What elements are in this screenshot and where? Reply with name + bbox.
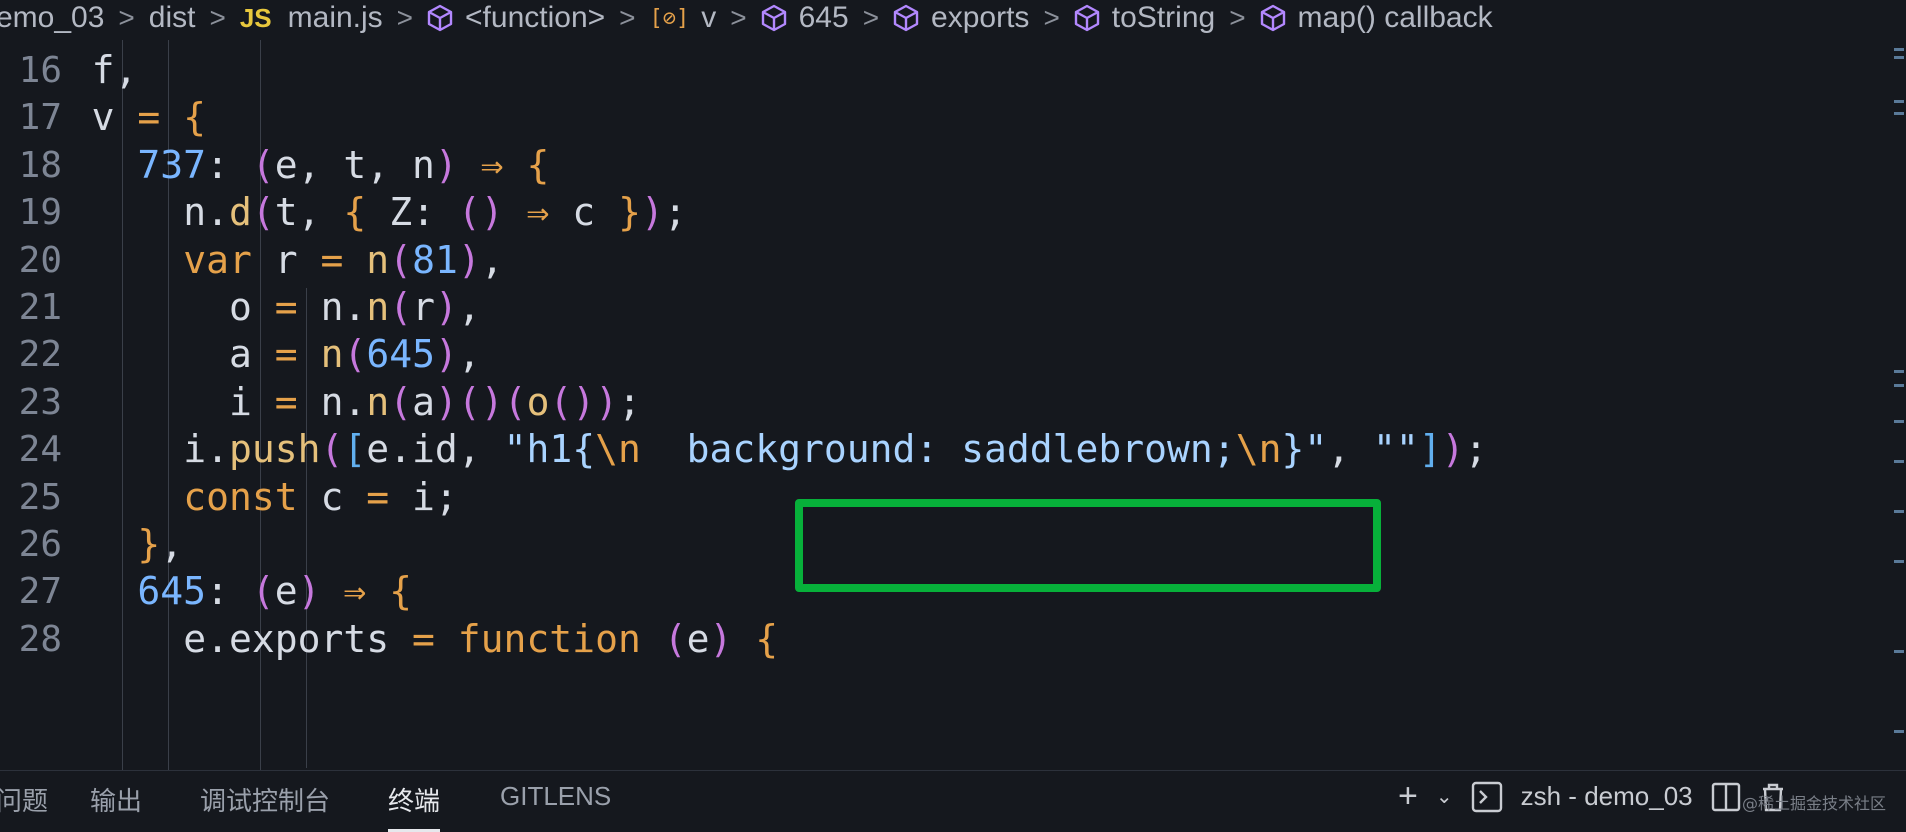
cube-symbol-icon <box>893 4 919 32</box>
minimap-mark <box>1894 100 1904 103</box>
terminal-controls: + ⌄ zsh - demo_03 <box>1398 777 1787 816</box>
breadcrumb-label: main.js <box>287 1 383 34</box>
terminal-name[interactable]: zsh - demo_03 <box>1521 781 1693 812</box>
tab-debug-console[interactable]: 调试控制台 <box>200 781 330 818</box>
minimap-mark <box>1894 510 1904 513</box>
watermark: @稀土掘金技术社区 <box>1742 794 1887 813</box>
minimap-mark <box>1894 48 1904 51</box>
split-terminal-icon[interactable] <box>1711 782 1741 812</box>
breadcrumb-label: toString <box>1111 1 1216 34</box>
variable-symbol-icon: [⊘] <box>649 5 690 31</box>
cube-symbol-icon <box>1260 4 1286 32</box>
breadcrumb: emo_03 > dist > JS main.js > <function> >… <box>0 0 1906 36</box>
line-number: 28 <box>18 618 62 660</box>
chevron-right-icon: > <box>209 2 226 33</box>
breadcrumb-symbol-function[interactable]: <function> <box>427 1 605 35</box>
chevron-right-icon: > <box>1229 2 1246 33</box>
chevron-right-icon: > <box>118 2 135 33</box>
minimap-mark <box>1894 560 1904 563</box>
minimap[interactable] <box>1892 40 1906 770</box>
breadcrumb-label: dist <box>148 1 196 34</box>
cube-symbol-icon <box>427 4 453 32</box>
minimap-mark <box>1894 56 1904 59</box>
breadcrumb-label: emo_03 <box>0 1 105 34</box>
breadcrumb-folder-root[interactable]: emo_03 <box>0 1 104 35</box>
highlight-box <box>795 499 1381 592</box>
chevron-right-icon: > <box>619 2 636 33</box>
chevron-right-icon: > <box>396 2 414 33</box>
breadcrumb-symbol-tostring[interactable]: toString <box>1074 1 1215 35</box>
chevron-right-icon: > <box>730 2 747 33</box>
minimap-mark <box>1894 112 1904 115</box>
terminal-icon <box>1471 781 1503 813</box>
minimap-mark <box>1894 384 1904 387</box>
breadcrumb-symbol-map-callback[interactable]: map() callback <box>1260 1 1493 35</box>
breadcrumb-symbol-variable[interactable]: [⊘] v <box>650 1 717 35</box>
code-line[interactable]: 28 e.exports = function (e) { <box>0 611 1890 668</box>
bottom-panel: 问题 输出 调试控制台 终端 GITLENS + ⌄ zsh - demo_03 <box>0 770 1906 832</box>
tab-problems[interactable]: 问题 <box>0 781 48 818</box>
tab-terminal[interactable]: 终端 <box>388 781 441 832</box>
tab-output[interactable]: 输出 <box>90 781 142 818</box>
tab-gitlens[interactable]: GITLENS <box>500 781 611 812</box>
breadcrumb-file[interactable]: JS main.js <box>240 1 383 35</box>
minimap-mark <box>1894 420 1904 423</box>
chevron-right-icon: > <box>1043 2 1060 33</box>
plus-icon[interactable]: + <box>1398 777 1418 816</box>
chevron-right-icon: > <box>862 2 880 33</box>
breadcrumb-symbol-exports[interactable]: exports <box>893 1 1029 35</box>
code-text: e.exports = function (e) { <box>183 616 779 661</box>
code-editor[interactable]: 16 f, 17 v = {18 737: (e, t, n) ⇒ {19 n.d(t, … <box>0 40 1890 770</box>
javascript-file-icon: JS <box>239 2 272 33</box>
cube-symbol-icon <box>1074 4 1100 32</box>
minimap-mark <box>1894 730 1904 733</box>
cube-symbol-icon <box>761 4 787 32</box>
breadcrumb-label: v <box>701 1 717 34</box>
breadcrumb-label: 645 <box>798 1 849 34</box>
chevron-down-icon[interactable]: ⌄ <box>1436 784 1453 809</box>
breadcrumb-label: map() callback <box>1297 1 1493 34</box>
minimap-mark <box>1894 650 1904 653</box>
breadcrumb-folder-dist[interactable]: dist <box>149 1 196 35</box>
minimap-mark <box>1894 370 1904 373</box>
breadcrumb-symbol-645[interactable]: 645 <box>761 1 849 35</box>
breadcrumb-label: <function> <box>465 1 606 34</box>
breadcrumb-label: exports <box>931 1 1030 34</box>
minimap-mark <box>1894 460 1904 463</box>
